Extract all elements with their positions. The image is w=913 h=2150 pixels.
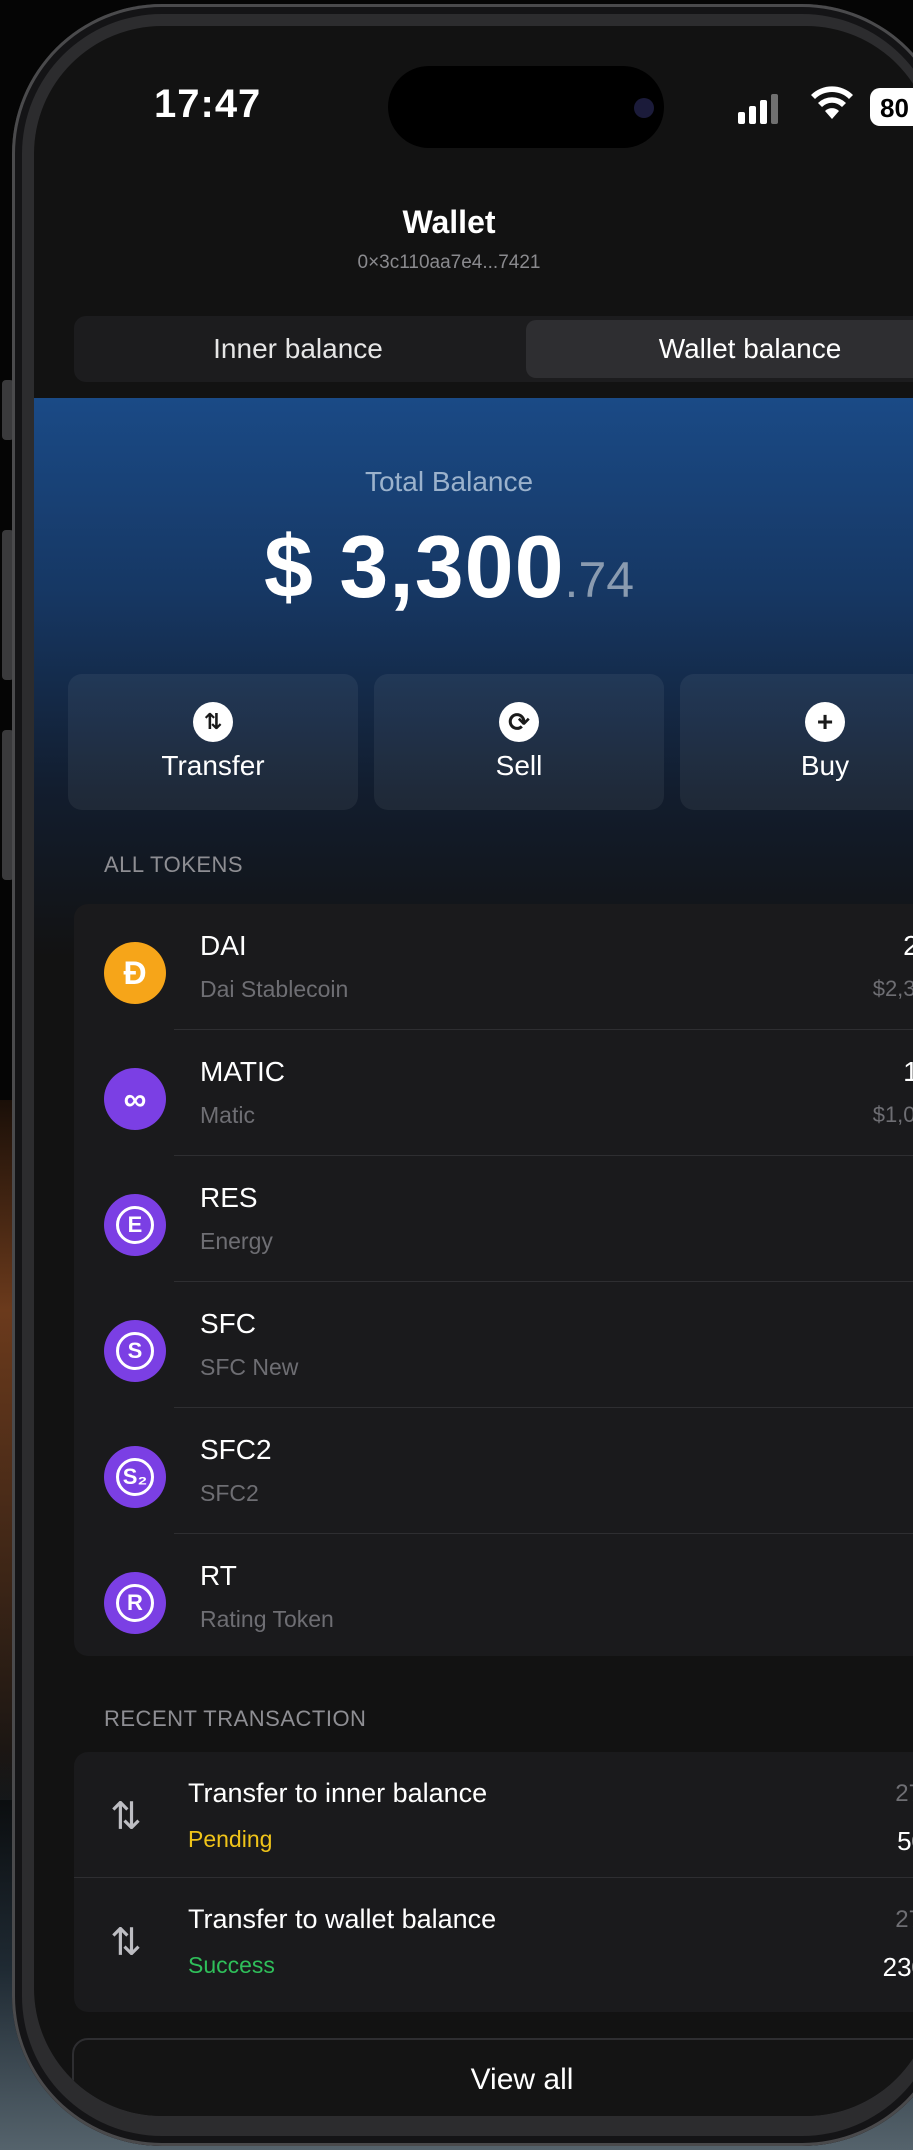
transaction-row[interactable]: ⇅ Transfer to inner balance Pending 27.0… <box>74 1752 913 1878</box>
tab-wallet-balance[interactable]: Wallet balance <box>526 320 913 378</box>
sell-button[interactable]: ⟳ Sell <box>374 674 664 810</box>
token-row-matic[interactable]: ∞ MATIC Matic 1,0 $1,000 <box>74 1030 913 1156</box>
token-row-sfc[interactable]: S SFC SFC New <box>74 1282 913 1408</box>
sell-label: Sell <box>495 750 543 781</box>
energy-icon: E <box>104 1194 166 1256</box>
token-name: Dai Stablecoin <box>200 976 349 1002</box>
total-balance-label: Total Balance <box>364 466 534 497</box>
token-symbol: RT <box>200 1560 237 1591</box>
token-symbol: SFC2 <box>200 1434 272 1465</box>
wallet-address[interactable]: 0×3c110aa7e4...7421 <box>34 252 864 274</box>
token-name: Rating Token <box>200 1606 334 1632</box>
token-name: Energy <box>200 1228 273 1254</box>
recent-transactions-heading: RECENT TRANSACTION <box>104 1706 367 1731</box>
transfer-arrows-icon: ⇅ <box>110 1796 142 1838</box>
token-symbol: MATIC <box>200 1056 286 1087</box>
token-name: SFC New <box>200 1354 299 1380</box>
total-balance-amount: $ 3,300.74 <box>34 516 864 618</box>
token-usd-value: $1,000 <box>872 1102 913 1127</box>
token-row-rt[interactable]: R RT Rating Token <box>74 1534 913 1660</box>
sfc-icon: S <box>104 1320 166 1382</box>
sell-icon: ⟳ <box>499 702 539 742</box>
view-all-button[interactable]: View all <box>72 2038 913 2116</box>
transaction-amount: 230 D <box>882 1952 913 1982</box>
token-amount: 1,0 <box>903 1056 913 1087</box>
rating-token-icon: R <box>104 1572 166 1634</box>
buy-button[interactable]: + Buy <box>680 674 913 810</box>
dai-icon: Ð <box>104 942 166 1004</box>
wifi-icon <box>811 86 853 119</box>
token-symbol: DAI <box>200 930 247 961</box>
transfer-button[interactable]: ⇅ Transfer <box>68 674 358 810</box>
buy-label: Buy <box>800 750 850 781</box>
transaction-date: 27.07. <box>895 1906 913 1933</box>
transaction-title: Transfer to wallet balance <box>188 1904 497 1934</box>
token-symbol: RES <box>200 1182 258 1213</box>
camera-icon <box>634 98 654 118</box>
token-row-sfc2[interactable]: S₂ SFC2 SFC2 <box>74 1408 913 1534</box>
battery-icon: 80 <box>870 88 913 126</box>
balance-tabs: Inner balance Wallet balance <box>74 316 913 382</box>
signal-icon <box>738 94 778 124</box>
token-row-res[interactable]: E RES Energy <box>74 1156 913 1282</box>
token-name: Matic <box>200 1102 255 1128</box>
token-row-dai[interactable]: Ð DAI Dai Stablecoin 2,3 $2,300 <box>74 904 913 1030</box>
page-title: Wallet <box>402 204 496 240</box>
token-symbol: SFC <box>200 1308 256 1339</box>
token-amount: 2,3 <box>903 930 913 961</box>
token-usd-value: $2,300 <box>872 976 913 1001</box>
status-time: 17:47 <box>154 82 262 126</box>
total-balance-main: $ 3,300 <box>263 517 565 616</box>
dynamic-island <box>388 66 664 148</box>
token-name: SFC2 <box>200 1480 259 1506</box>
matic-icon: ∞ <box>104 1068 166 1130</box>
plus-icon: + <box>805 702 845 742</box>
transaction-status: Success <box>188 1952 275 1978</box>
transaction-status: Pending <box>188 1826 273 1852</box>
transaction-title: Transfer to inner balance <box>188 1778 488 1808</box>
transaction-date: 27.07. <box>895 1780 913 1807</box>
transfer-arrows-icon: ⇅ <box>110 1922 142 1964</box>
transaction-amount: 50 D <box>897 1826 913 1856</box>
transfer-icon: ⇅ <box>193 702 233 742</box>
tab-inner-balance[interactable]: Inner balance <box>74 316 522 382</box>
sfc2-icon: S₂ <box>104 1446 166 1508</box>
transfer-label: Transfer <box>161 750 265 781</box>
wallet-screen: 17:47 80 Wallet 0×3c110aa7e4...7421 Inne… <box>34 26 913 2116</box>
transaction-row[interactable]: ⇅ Transfer to wallet balance Success 27.… <box>74 1878 913 2004</box>
total-balance-cents: .74 <box>564 552 635 608</box>
all-tokens-heading: ALL TOKENS <box>104 852 244 877</box>
